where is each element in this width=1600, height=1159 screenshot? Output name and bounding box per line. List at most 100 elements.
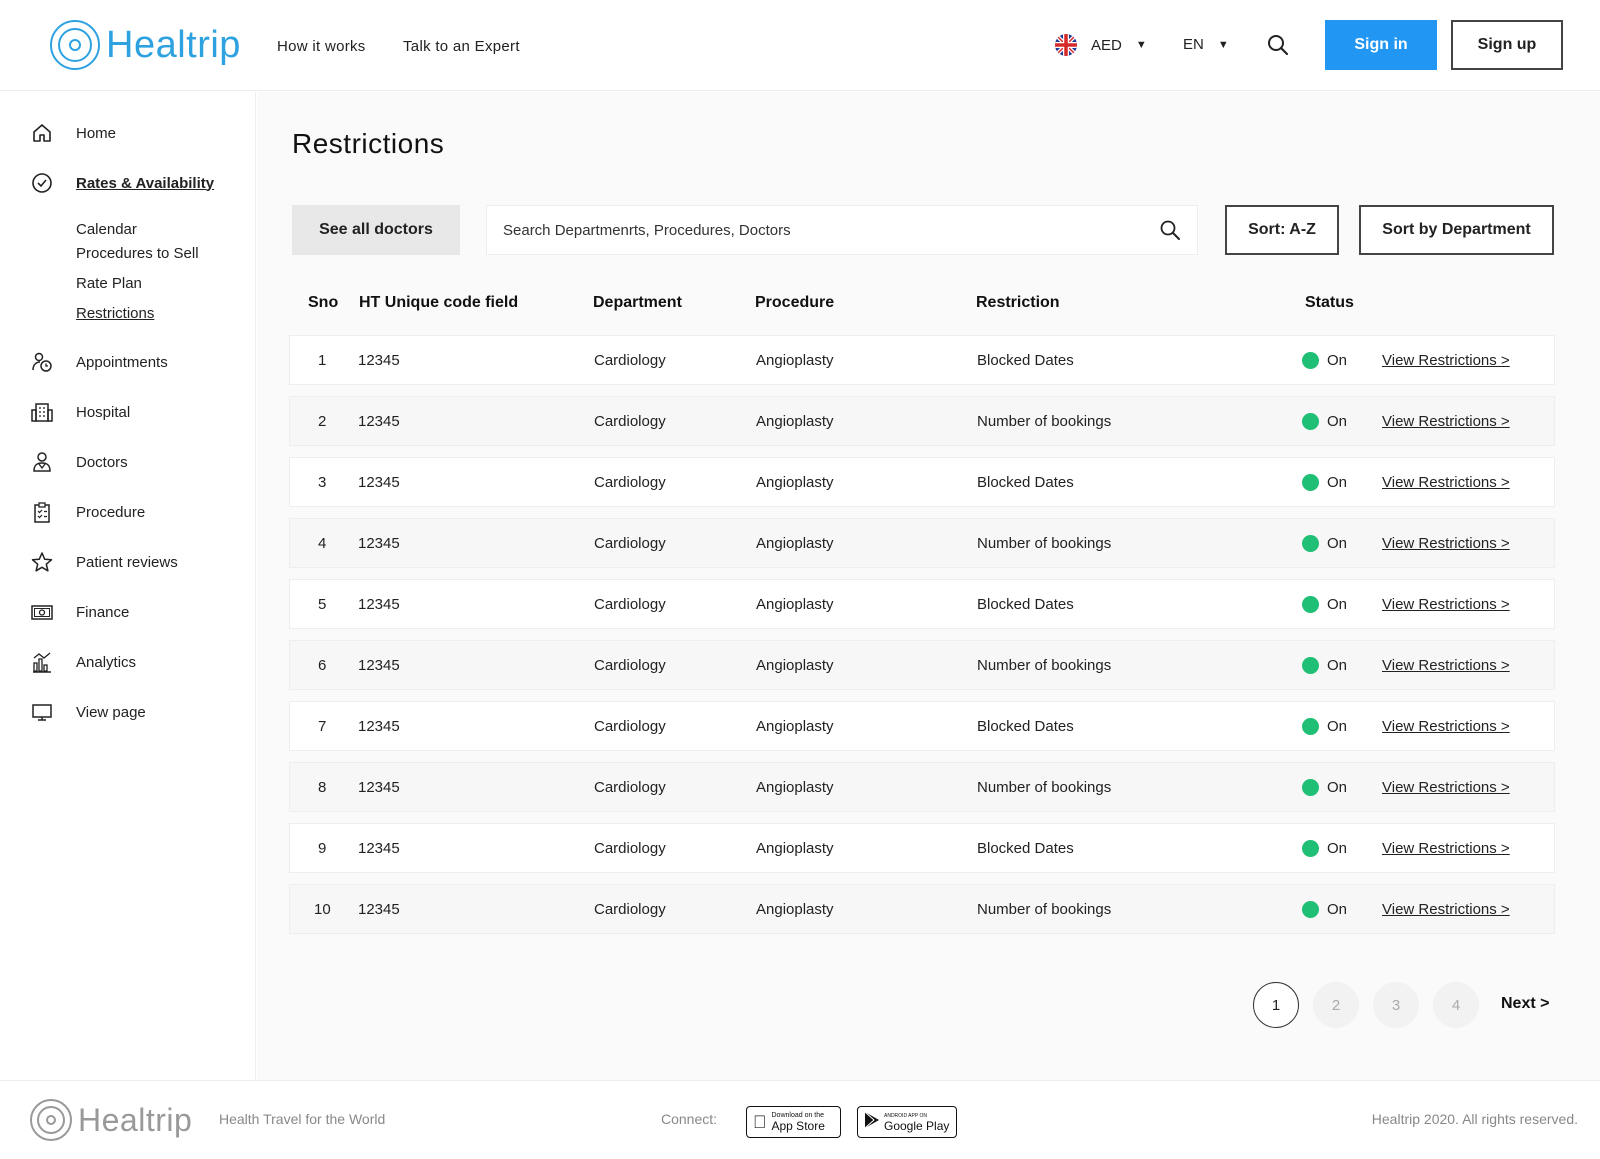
- cell-department: Cardiology: [594, 474, 666, 491]
- cell-department: Cardiology: [594, 779, 666, 796]
- view-restrictions-link[interactable]: View Restrictions >: [1382, 718, 1510, 735]
- app-store-text: Download on the App Store: [758, 1111, 825, 1133]
- search-bar: [486, 205, 1198, 255]
- view-restrictions-link[interactable]: View Restrictions >: [1382, 901, 1510, 918]
- sidebar-sub-rate-plan[interactable]: Rate Plan: [76, 275, 142, 292]
- column-header-sno: Sno: [308, 294, 339, 311]
- cell-sno: 3: [318, 474, 327, 491]
- sidebar-item-label: Hospital: [76, 403, 131, 421]
- page-button-4[interactable]: 4: [1433, 982, 1479, 1028]
- status-indicator-icon: [1302, 901, 1319, 918]
- view-restrictions-link[interactable]: View Restrictions >: [1382, 474, 1510, 491]
- table-row: 3 12345 Cardiology Angioplasty Blocked Dates…: [289, 457, 1555, 507]
- healtrip-logo[interactable]: Healtrip: [50, 20, 241, 70]
- footer-copyright: Healtrip 2020. All rights reserved.: [1371, 1111, 1578, 1127]
- google-play-text: ANDROID APP ON Google Play: [884, 1112, 950, 1133]
- money-icon: [30, 600, 54, 624]
- view-restrictions-link[interactable]: View Restrictions >: [1382, 596, 1510, 613]
- sidebar-item-label: Appointments: [76, 353, 168, 371]
- footer: Healtrip Health Travel for the World Con…: [0, 1080, 1600, 1159]
- cell-code: 12345: [358, 779, 400, 796]
- cell-code: 12345: [358, 596, 400, 613]
- cell-sno: 9: [318, 840, 327, 857]
- cell-restriction: Number of bookings: [977, 779, 1112, 796]
- cell-code: 12345: [358, 901, 400, 918]
- next-page-button[interactable]: Next >: [1501, 995, 1549, 1013]
- sidebar-item-label: Finance: [76, 603, 130, 621]
- cell-department: Cardiology: [594, 901, 666, 918]
- status-indicator-icon: [1302, 596, 1319, 613]
- cell-sno: 2: [318, 413, 327, 430]
- view-restrictions-link[interactable]: View Restrictions >: [1382, 840, 1510, 857]
- page-button-2[interactable]: 2: [1313, 982, 1359, 1028]
- sidebar-item-appointments[interactable]: Appointments: [30, 350, 168, 374]
- view-restrictions-link[interactable]: View Restrictions >: [1382, 779, 1510, 796]
- sidebar-item-label: Doctors: [76, 453, 128, 471]
- cell-department: Cardiology: [594, 657, 666, 674]
- app-store-button[interactable]:  Download on the App Store: [746, 1106, 841, 1138]
- view-restrictions-link[interactable]: View Restrictions >: [1382, 535, 1510, 552]
- cell-sno: 1: [318, 352, 327, 369]
- sidebar-item-procedure[interactable]: Procedure: [30, 500, 145, 524]
- page-button-3[interactable]: 3: [1373, 982, 1419, 1028]
- sign-in-button[interactable]: Sign in: [1325, 20, 1437, 70]
- sidebar-item-label: View page: [76, 703, 146, 721]
- cell-sno: 4: [318, 535, 327, 552]
- star-icon: [30, 550, 54, 574]
- nav-how-it-works[interactable]: How it works: [277, 38, 366, 55]
- cell-status: On: [1327, 596, 1348, 613]
- cell-restriction: Blocked Dates: [977, 352, 1074, 369]
- sidebar-sub-procedures-to-sell[interactable]: Procedures to Sell: [76, 245, 199, 262]
- sidebar-sub-restrictions[interactable]: Restrictions: [76, 305, 154, 322]
- logo-mark-icon: [50, 20, 100, 70]
- sort-by-department-button[interactable]: Sort by Department: [1359, 205, 1554, 255]
- cell-code: 12345: [358, 352, 400, 369]
- column-header-department: Department: [593, 294, 682, 311]
- view-restrictions-link[interactable]: View Restrictions >: [1382, 657, 1510, 674]
- search-icon[interactable]: [1159, 219, 1181, 241]
- currency-selector[interactable]: AED ▼: [1055, 34, 1147, 56]
- footer-tagline: Health Travel for the World: [219, 1111, 386, 1127]
- sidebar-item-rates-availability[interactable]: Rates & Availability: [30, 171, 214, 195]
- language-selector[interactable]: EN ▼: [1183, 36, 1229, 53]
- page-title: Restrictions: [292, 128, 445, 159]
- cell-sno: 8: [318, 779, 327, 796]
- page-button-1[interactable]: 1: [1253, 982, 1299, 1028]
- search-input[interactable]: [487, 206, 1127, 254]
- sidebar-item-label: Home: [76, 124, 117, 142]
- user-clock-icon: [30, 350, 54, 374]
- sidebar-item-doctors[interactable]: Doctors: [30, 450, 128, 474]
- logo-mark-icon: [30, 1099, 72, 1141]
- cell-restriction: Number of bookings: [977, 657, 1112, 674]
- view-restrictions-link[interactable]: View Restrictions >: [1382, 352, 1510, 369]
- sidebar-item-analytics[interactable]: Analytics: [30, 650, 136, 674]
- sidebar-item-finance[interactable]: Finance: [30, 600, 129, 624]
- status-indicator-icon: [1302, 535, 1319, 552]
- cell-restriction: Blocked Dates: [977, 718, 1074, 735]
- sidebar-item-patient-reviews[interactable]: Patient reviews: [30, 550, 178, 574]
- cell-restriction: Blocked Dates: [977, 840, 1074, 857]
- cell-code: 12345: [358, 718, 400, 735]
- google-play-button[interactable]: ANDROID APP ON Google Play: [857, 1106, 957, 1138]
- sign-up-button[interactable]: Sign up: [1451, 20, 1563, 70]
- cell-procedure: Angioplasty: [756, 413, 834, 430]
- status-indicator-icon: [1302, 840, 1319, 857]
- footer-logo[interactable]: Healtrip: [30, 1099, 192, 1141]
- sidebar-item-home[interactable]: Home: [30, 121, 116, 145]
- table-row: 4 12345 Cardiology Angioplasty Number of boo…: [289, 518, 1555, 568]
- sidebar-sub-calendar[interactable]: Calendar: [76, 221, 137, 238]
- cell-sno: 10: [314, 901, 331, 918]
- sidebar-item-hospital[interactable]: Hospital: [30, 400, 130, 424]
- search-icon[interactable]: [1266, 33, 1290, 57]
- cell-procedure: Angioplasty: [756, 657, 834, 674]
- cell-department: Cardiology: [594, 840, 666, 857]
- check-circle-icon: [30, 171, 54, 195]
- view-restrictions-link[interactable]: View Restrictions >: [1382, 413, 1510, 430]
- sort-az-button[interactable]: Sort: A-Z: [1225, 205, 1339, 255]
- cell-procedure: Angioplasty: [756, 718, 834, 735]
- nav-talk-to-expert[interactable]: Talk to an Expert: [403, 38, 520, 55]
- sidebar-item-view-page[interactable]: View page: [30, 700, 146, 724]
- footer-connect-label: Connect:: [661, 1111, 718, 1127]
- cell-procedure: Angioplasty: [756, 535, 834, 552]
- see-all-doctors-button[interactable]: See all doctors: [292, 205, 460, 255]
